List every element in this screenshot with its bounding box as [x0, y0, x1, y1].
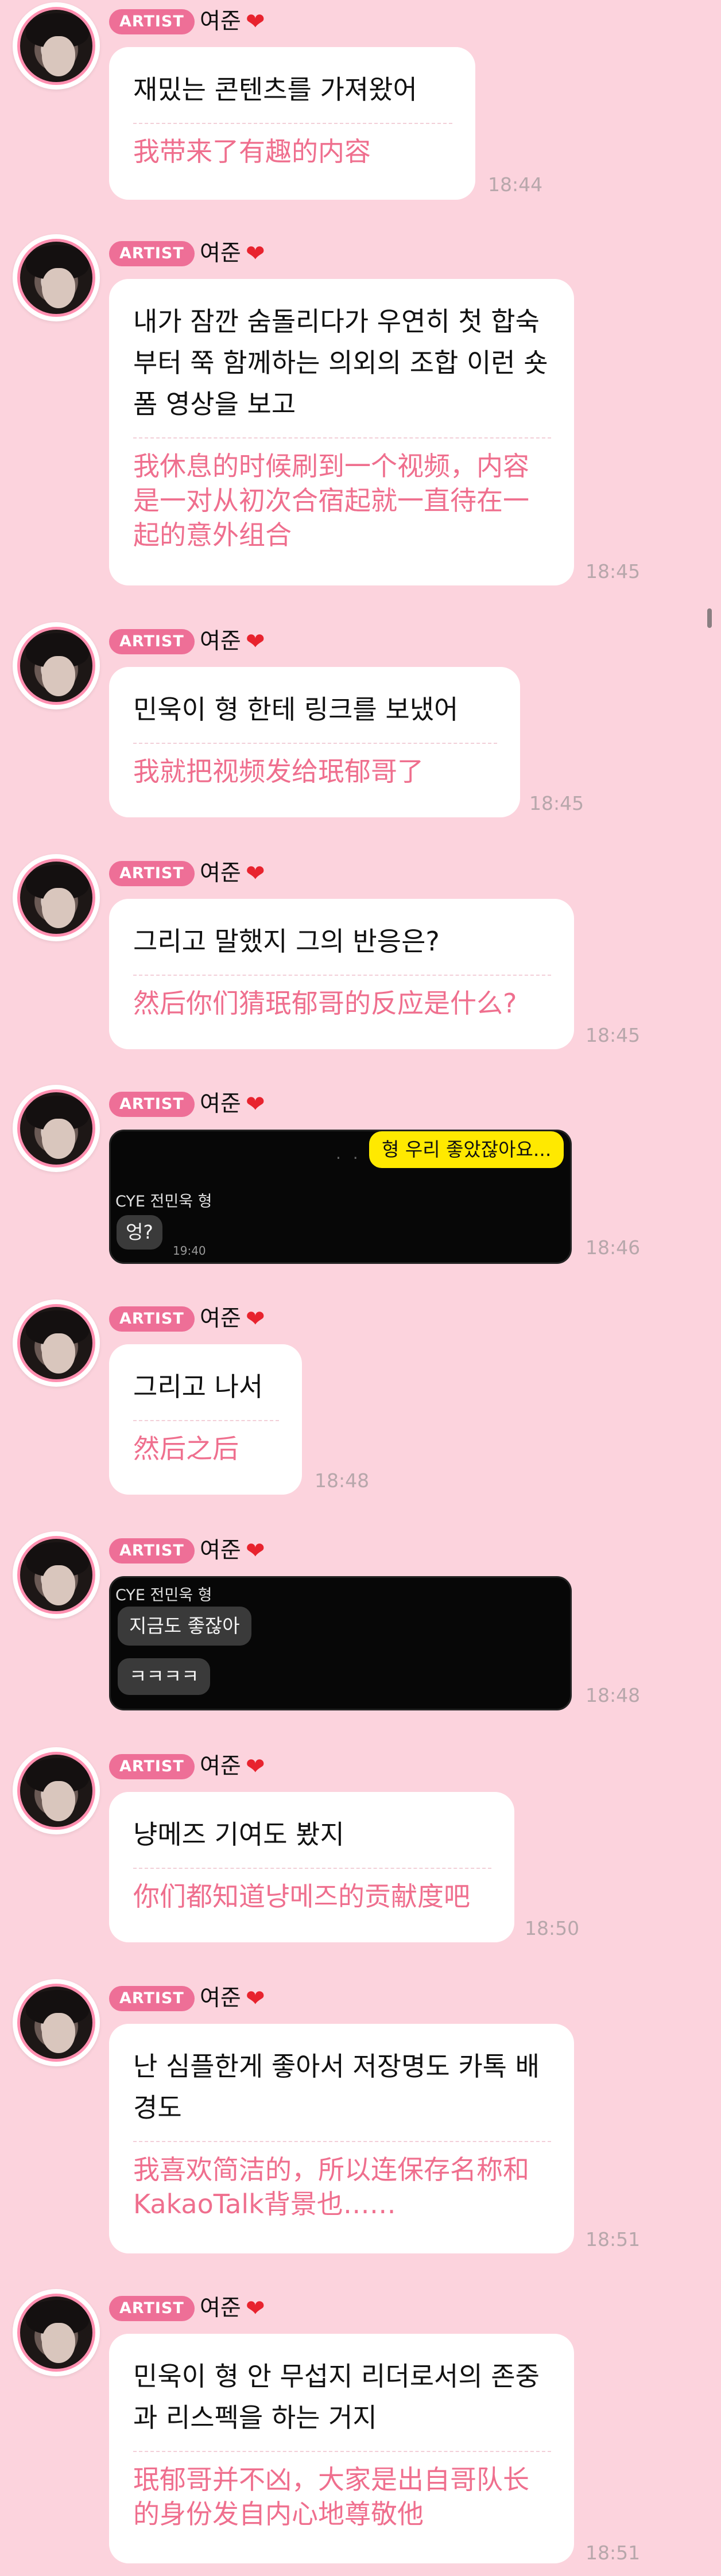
- message-text-translation: 然后你们猜珉郁哥的反应是什么?: [133, 988, 517, 1019]
- heart-icon: ❤: [246, 240, 265, 267]
- message-bubble[interactable]: 민욱이 형 한테 링크를 보냈어 我就把视频发给珉郁哥了: [109, 667, 520, 817]
- avatar[interactable]: [13, 234, 100, 321]
- message-text-translation: 然后之后: [133, 1433, 239, 1464]
- avatar[interactable]: [13, 2, 100, 90]
- message-time: 18:48: [586, 1684, 641, 1706]
- received-bubble: 엉?: [117, 1215, 162, 1250]
- contact-name: CYE 전민욱 형: [115, 1193, 212, 1211]
- artist-badge: ARTIST: [109, 1754, 195, 1779]
- chat-screenshot-image[interactable]: . . . . . 형 우리 좋았잖아요... CYE 전민욱 형 엉? 19:…: [109, 1130, 572, 1264]
- message-text-korean: 난 심플한게 좋아서 저장명도 카톡 배경도: [133, 2051, 540, 2123]
- message-bubble[interactable]: 내가 잠깐 숨돌리다가 우연히 첫 합숙부터 쭉 함께하는 의외의 조합 이런 …: [109, 279, 574, 585]
- sender-name: 여준: [200, 1753, 241, 1779]
- message-time: 18:50: [525, 1917, 580, 1939]
- translation-divider: [133, 1868, 491, 1869]
- sender-name: 여준: [200, 629, 241, 654]
- artist-badge: ARTIST: [109, 241, 195, 266]
- message-text-korean: 그리고 나서: [133, 1371, 263, 1402]
- translation-divider: [133, 437, 551, 439]
- heart-icon: ❤: [246, 629, 265, 655]
- artist-badge: ARTIST: [109, 1306, 195, 1332]
- message-time: 18:45: [586, 560, 641, 583]
- avatar[interactable]: [13, 2289, 100, 2376]
- message-text-translation: 你们都知道냥메즈的贡献度吧: [133, 1881, 470, 1912]
- message-bubble[interactable]: 민욱이 형 안 무섭지 리더로서의 존중과 리스펙을 하는 거지 珉郁哥并不凶，…: [109, 2334, 574, 2563]
- avatar[interactable]: [13, 1299, 100, 1387]
- message-text-korean: 민욱이 형 안 무섭지 리더로서의 존중과 리스펙을 하는 거지: [133, 2361, 540, 2433]
- sent-bubble: 형 우리 좋았잖아요...: [369, 1131, 564, 1168]
- message-text-translation: 珉郁哥并不凶，大家是出自哥队长的身份发自内心地尊敬他: [133, 2464, 529, 2530]
- message-time: 18:48: [315, 1469, 370, 1492]
- message-time: 18:45: [586, 1024, 641, 1046]
- heart-icon: ❤: [246, 1753, 265, 1780]
- heart-icon: ❤: [246, 1091, 265, 1118]
- avatar[interactable]: [13, 1747, 100, 1834]
- translation-divider: [133, 123, 452, 124]
- heart-icon: ❤: [246, 9, 265, 35]
- sender-name: 여준: [200, 240, 241, 266]
- message-time: 18:44: [488, 173, 543, 196]
- artist-badge: ARTIST: [109, 9, 195, 34]
- artist-badge: ARTIST: [109, 861, 195, 886]
- heart-icon: ❤: [246, 2295, 265, 2322]
- message-time: 18:46: [586, 1236, 641, 1259]
- artist-badge: ARTIST: [109, 1092, 195, 1117]
- message-time: 18:51: [586, 2228, 641, 2251]
- avatar[interactable]: [13, 1085, 100, 1172]
- translation-divider: [133, 1420, 279, 1421]
- avatar[interactable]: [13, 1979, 100, 2066]
- message-bubble[interactable]: 재밌는 콘텐츠를 가져왔어 我带来了有趣的内容: [109, 47, 475, 200]
- sender-name: 여준: [200, 1306, 241, 1332]
- received-bubble: 지금도 좋잖아: [118, 1607, 251, 1646]
- message-text-translation: 我就把视频发给珉郁哥了: [133, 756, 424, 787]
- artist-badge: ARTIST: [109, 1538, 195, 1564]
- message-text-translation: 我休息的时候刷到一个视频，内容是一对从初次合宿起就一直待在一起的意外组合: [133, 451, 529, 550]
- message-text-korean: 내가 잠깐 숨돌리다가 우연히 첫 합숙부터 쭉 함께하는 의외의 조합 이런 …: [133, 306, 548, 420]
- translation-divider: [133, 743, 497, 744]
- message-time: 18:45: [529, 792, 584, 814]
- message-bubble[interactable]: 그리고 나서 然后之后: [109, 1344, 302, 1495]
- heart-icon: ❤: [246, 1985, 265, 2012]
- translation-divider: [133, 2451, 551, 2452]
- sender-name: 여준: [200, 2295, 241, 2321]
- message-bubble[interactable]: 냥메즈 기여도 봤지 你们都知道냥메즈的贡献度吧: [109, 1792, 514, 1942]
- message-text-translation: 我喜欢简洁的，所以连保存名称和KakaoTalk背景也……: [133, 2154, 529, 2220]
- sender-name: 여준: [200, 1985, 241, 2011]
- avatar[interactable]: [13, 854, 100, 941]
- screenshot-time: 19:40: [173, 1244, 206, 1258]
- artist-badge: ARTIST: [109, 629, 195, 654]
- translation-divider: [133, 2141, 551, 2142]
- received-bubble: ㅋㅋㅋㅋ: [118, 1658, 211, 1695]
- contact-name: CYE 전민욱 형: [115, 1586, 212, 1604]
- avatar[interactable]: [13, 622, 100, 709]
- sender-name: 여준: [200, 1538, 241, 1564]
- sender-name: 여준: [200, 1091, 241, 1117]
- heart-icon: ❤: [246, 1306, 265, 1332]
- chat-screenshot-image[interactable]: CYE 전민욱 형 지금도 좋잖아 ㅋㅋㅋㅋ: [109, 1576, 572, 1710]
- avatar[interactable]: [13, 1531, 100, 1619]
- message-text-korean: 그리고 말했지 그의 반응은?: [133, 926, 440, 957]
- message-bubble[interactable]: 난 심플한게 좋아서 저장명도 카톡 배경도 我喜欢简洁的，所以连保存名称和Ka…: [109, 2024, 574, 2253]
- heart-icon: ❤: [246, 1538, 265, 1564]
- sender-name: 여준: [200, 9, 241, 34]
- sender-name: 여준: [200, 860, 241, 886]
- artist-badge: ARTIST: [109, 2296, 195, 2321]
- message-bubble[interactable]: 그리고 말했지 그의 반응은? 然后你们猜珉郁哥的反应是什么?: [109, 899, 574, 1049]
- heart-icon: ❤: [246, 860, 265, 887]
- message-text-translation: 我带来了有趣的内容: [133, 136, 371, 167]
- message-text-korean: 민욱이 형 한테 링크를 보냈어: [133, 694, 459, 725]
- message-time: 18:51: [586, 2542, 641, 2564]
- message-text-korean: 재밌는 콘텐츠를 가져왔어: [133, 74, 417, 105]
- scroll-indicator[interactable]: [707, 608, 712, 628]
- translation-divider: [133, 975, 551, 976]
- artist-badge: ARTIST: [109, 1986, 195, 2011]
- message-text-korean: 냥메즈 기여도 봤지: [133, 1819, 344, 1850]
